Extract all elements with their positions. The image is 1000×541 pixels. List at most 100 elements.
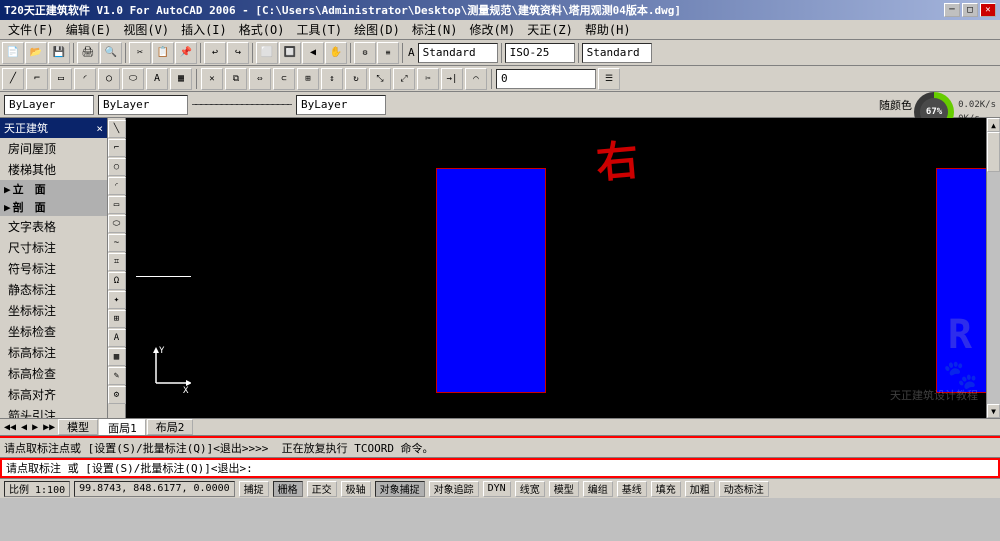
panel-item-arrow[interactable]: 箭头引注 [0,405,107,418]
lv-btn11[interactable]: ⊞ [108,310,126,328]
layer-manager-button[interactable]: ☰ [598,68,620,90]
lv-btn7[interactable]: ~ [108,234,126,252]
panel-item-elevcheck[interactable]: 标高检查 [0,363,107,384]
lv-btn8[interactable]: ⌗ [108,253,126,271]
close-button[interactable]: ✕ [980,3,996,17]
scale-button[interactable]: ⤡ [369,68,391,90]
panel-item-dim[interactable]: 尺寸标注 [0,237,107,258]
erase-button[interactable]: ✕ [201,68,223,90]
minimize-button[interactable]: ─ [944,3,960,17]
panel-item-elevalign[interactable]: 标高对齐 [0,384,107,405]
panel-item-texttable[interactable]: 文字表格 [0,216,107,237]
panel-item-staticmark[interactable]: 静态标注 [0,279,107,300]
pan-button[interactable]: ✋ [325,42,347,64]
drawing-canvas[interactable]: 右 右 Y X 🐾 天正建筑设计教程 R [126,118,986,418]
panel-section-elevation[interactable]: ▶立 面 [0,180,107,198]
panel-item-symbol[interactable]: 符号标注 [0,258,107,279]
group-button[interactable]: 编组 [583,481,613,497]
lv-btn9[interactable]: Ω [108,272,126,290]
lv-btn15[interactable]: ⚙ [108,386,126,404]
stretch-button[interactable]: ⤢ [393,68,415,90]
panel-item-coordmark[interactable]: 坐标标注 [0,300,107,321]
new-button[interactable]: 📄 [2,42,24,64]
menu-view[interactable]: 视图(V) [117,20,175,39]
zoom-window-button[interactable]: ⬜ [256,42,278,64]
rotate-button[interactable]: ↻ [345,68,367,90]
menu-help[interactable]: 帮助(H) [579,20,637,39]
tablestyle-combo[interactable]: Standard [582,43,652,63]
menu-annotate[interactable]: 标注(N) [406,20,464,39]
left-panel-content[interactable]: 房间屋顶 楼梯其他 ▶立 面 ▶剖 面 文字表格 尺寸标注 符号标注 静态标注 … [0,138,107,418]
draw-hatch-button[interactable]: ▦ [170,68,192,90]
redo-button[interactable]: ↪ [227,42,249,64]
copy-button[interactable]: 📋 [152,42,174,64]
dynmark-button[interactable]: 动态标注 [719,481,769,497]
zoom-prev-button[interactable]: ◀ [302,42,324,64]
menu-draw[interactable]: 绘图(D) [348,20,406,39]
fillet-button[interactable]: ⌒ [465,68,487,90]
panel-item-roof[interactable]: 房间屋顶 [0,138,107,159]
snap-button[interactable]: 捕捉 [239,481,269,497]
extend-button[interactable]: →| [441,68,463,90]
bold-button[interactable]: 加粗 [685,481,715,497]
maximize-button[interactable]: □ [962,3,978,17]
open-button[interactable]: 📂 [25,42,47,64]
draw-ellipse-button[interactable]: ⬭ [122,68,144,90]
tab-last-arrow[interactable]: ▶▶ [41,422,57,433]
command-input-line[interactable]: 请点取标注 或 [设置(S)/批量标注(Q)]<退出>: [0,458,1000,478]
grid-button[interactable]: 栅格 [273,481,303,497]
baseline-button[interactable]: 基线 [617,481,647,497]
move-button[interactable]: ↕ [321,68,343,90]
left-panel-close-button[interactable]: × [96,122,103,135]
scrollbar-down-arrow[interactable]: ▼ [987,404,1000,418]
menu-edit[interactable]: 编辑(E) [60,20,118,39]
draw-circle-button[interactable]: ○ [98,68,120,90]
lv-btn12[interactable]: A [108,329,126,347]
tab-back-arrow[interactable]: ◀ [19,422,29,433]
lv-btn14[interactable]: ✎ [108,367,126,385]
otrack-button[interactable]: 对象追踪 [429,481,479,497]
undo-button[interactable]: ↩ [204,42,226,64]
dimstyle-combo[interactable]: ISO-25 [505,43,575,63]
trim-button[interactable]: ✂ [417,68,439,90]
osnap-button[interactable]: 对象捕捉 [375,481,425,497]
polar-button[interactable]: 极轴 [341,481,371,497]
offset-button[interactable]: ⊂ [273,68,295,90]
lv-btn2[interactable]: ⌐ [108,139,126,157]
lv-btn13[interactable]: ▦ [108,348,126,366]
lineweight-combo[interactable]: ByLayer [296,95,386,115]
menu-modify[interactable]: 修改(M) [464,20,522,39]
draw-line-button[interactable]: ╱ [2,68,24,90]
menu-tools[interactable]: 工具(T) [290,20,348,39]
properties-button[interactable]: ⚙ [354,42,376,64]
fill-button[interactable]: 填充 [651,481,681,497]
lineweight-button[interactable]: 线宽 [515,481,545,497]
model-button[interactable]: 模型 [549,481,579,497]
tab-layout1[interactable]: 面局1 [99,419,146,435]
draw-rect-button[interactable]: ▭ [50,68,72,90]
lv-btn6[interactable]: ⬭ [108,215,126,233]
draw-arc-button[interactable]: ◜ [74,68,96,90]
tab-fwd-arrow[interactable]: ▶ [30,422,40,433]
right-scrollbar[interactable]: ▲ ▼ [986,118,1000,418]
cut-button[interactable]: ✂ [129,42,151,64]
panel-item-elevmark[interactable]: 标高标注 [0,342,107,363]
draw-text-button[interactable]: A [146,68,168,90]
panel-item-coordcheck[interactable]: 坐标检查 [0,321,107,342]
linetype-combo[interactable]: ByLayer [98,95,188,115]
draw-polyline-button[interactable]: ⌐ [26,68,48,90]
menu-insert[interactable]: 插入(I) [175,20,233,39]
panel-item-stair[interactable]: 楼梯其他 [0,159,107,180]
menu-format[interactable]: 格式(O) [233,20,291,39]
copy2-button[interactable]: ⧉ [225,68,247,90]
dyn-button[interactable]: DYN [483,481,511,497]
lv-btn4[interactable]: ◜ [108,177,126,195]
tab-prev-arrow[interactable]: ◀◀ [2,422,18,433]
lv-btn10[interactable]: ✦ [108,291,126,309]
tab-model[interactable]: 模型 [58,419,98,435]
lv-btn3[interactable]: ○ [108,158,126,176]
scrollbar-thumb[interactable] [987,132,1000,172]
paste-button[interactable]: 📌 [175,42,197,64]
print-button[interactable]: 🖨 [77,42,99,64]
zoom-extent-button[interactable]: 🔲 [279,42,301,64]
